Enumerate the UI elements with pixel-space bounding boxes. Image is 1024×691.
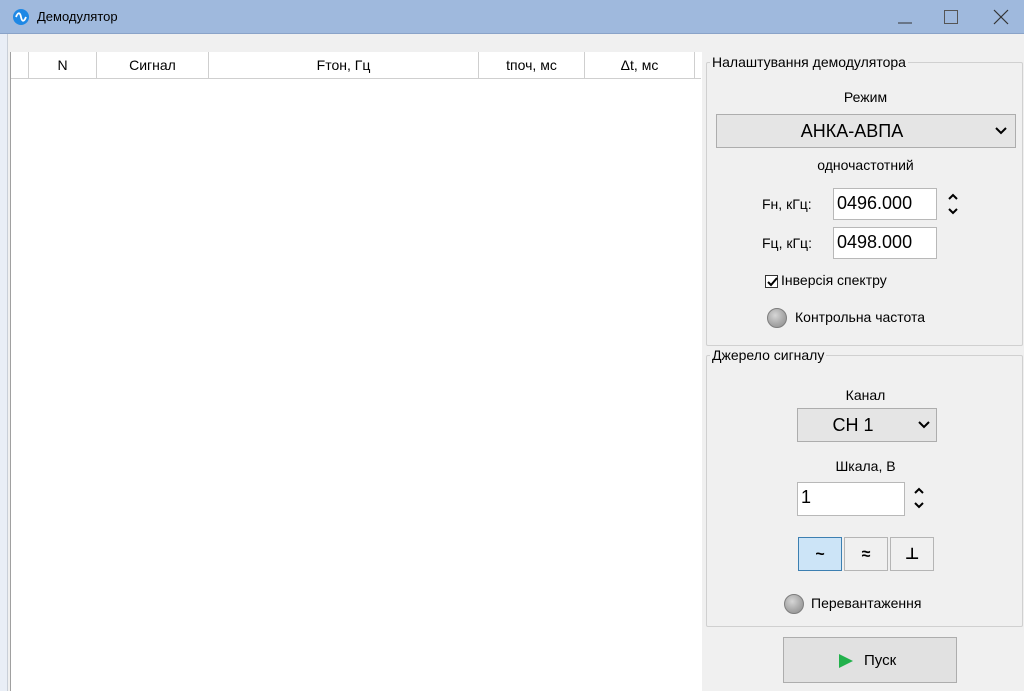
inversion-label[interactable]: Інверсія спектру	[781, 272, 887, 288]
chevron-down-icon	[914, 502, 924, 509]
control-frequency-label: Контрольна частота	[795, 309, 926, 325]
control-frequency-indicator	[767, 308, 787, 328]
acdc-coupling-button[interactable]: ≈	[844, 537, 888, 571]
fc-input[interactable]: 0498.000	[833, 227, 937, 259]
table-header: N Сигнал Fтон, Гц tпоч, мс Δt, мс	[11, 52, 701, 79]
row-header-corner[interactable]	[11, 52, 29, 79]
mode-label: Режим	[843, 89, 888, 105]
chevron-down-icon	[995, 127, 1007, 135]
acdc-coupling-icon: ≈	[861, 546, 871, 563]
channel-select[interactable]: CH 1	[797, 408, 937, 442]
coupling-toggle-group: ~ ≈ ⊥	[798, 537, 938, 573]
fn-down-button[interactable]	[942, 204, 964, 219]
column-header-dt[interactable]: Δt, мс	[585, 52, 695, 79]
signals-table[interactable]: N Сигнал Fтон, Гц tпоч, мс Δt, мс	[10, 52, 702, 691]
overload-label: Перевантаження	[811, 595, 922, 611]
window-title: Демодулятор	[37, 9, 118, 24]
chevron-down-icon	[948, 208, 958, 215]
chevron-up-icon	[948, 193, 958, 200]
scale-down-button[interactable]	[908, 498, 930, 513]
checkmark-icon	[767, 277, 778, 287]
demodulator-settings-group: Налаштування демодулятора Режим АНКА-АВП…	[706, 53, 1023, 346]
settings-panel: Налаштування демодулятора Режим АНКА-АВП…	[705, 52, 1024, 691]
scale-input[interactable]: 1	[797, 482, 905, 516]
mode-subtype-label: одночастотний	[817, 157, 914, 173]
ground-icon: ⊥	[904, 546, 920, 563]
column-header-signal[interactable]: Сигнал	[97, 52, 209, 79]
demodulator-settings-legend: Налаштування демодулятора	[710, 53, 908, 71]
signal-source-legend: Джерело сигналу	[710, 346, 827, 364]
fn-up-button[interactable]	[942, 189, 964, 204]
signal-source-group: Джерело сигналу Канал CH 1 Шкала, В 1 ~ …	[706, 346, 1023, 627]
title-bar: Демодулятор	[0, 0, 1024, 34]
channel-label: Канал	[845, 387, 886, 403]
close-icon	[993, 9, 1009, 25]
ac-coupling-icon: ~	[815, 546, 825, 563]
channel-select-value: CH 1	[832, 414, 874, 435]
fn-label: Fн, кГц:	[762, 196, 812, 212]
scale-up-button[interactable]	[908, 483, 930, 498]
column-header-tstart[interactable]: tпоч, мс	[479, 52, 585, 79]
minimize-button[interactable]	[882, 0, 928, 34]
chevron-up-icon	[914, 487, 924, 494]
fc-label: Fц, кГц:	[762, 235, 812, 251]
maximize-icon	[944, 10, 958, 24]
chevron-down-icon	[918, 421, 930, 429]
mode-select-value: АНКА-АВПА	[800, 120, 904, 141]
column-header-n[interactable]: N	[29, 52, 97, 79]
ground-button[interactable]: ⊥	[890, 537, 934, 571]
mode-select[interactable]: АНКА-АВПА	[716, 114, 1016, 148]
scale-label: Шкала, В	[835, 458, 896, 474]
maximize-button[interactable]	[928, 0, 974, 34]
minimize-icon	[898, 22, 912, 24]
overload-indicator	[784, 594, 804, 614]
scale-spinner[interactable]	[908, 483, 930, 515]
column-header-ftone[interactable]: Fтон, Гц	[209, 52, 479, 79]
window-frame	[0, 34, 8, 691]
inversion-checkbox[interactable]	[765, 275, 778, 288]
play-icon	[839, 654, 853, 668]
fn-input[interactable]: 0496.000	[833, 188, 937, 220]
app-icon	[13, 9, 29, 25]
start-button[interactable]: Пуск	[783, 637, 957, 683]
fn-spinner[interactable]	[942, 189, 964, 219]
start-button-label: Пуск	[864, 652, 897, 669]
ac-coupling-button[interactable]: ~	[798, 537, 842, 571]
close-button[interactable]	[978, 0, 1024, 34]
